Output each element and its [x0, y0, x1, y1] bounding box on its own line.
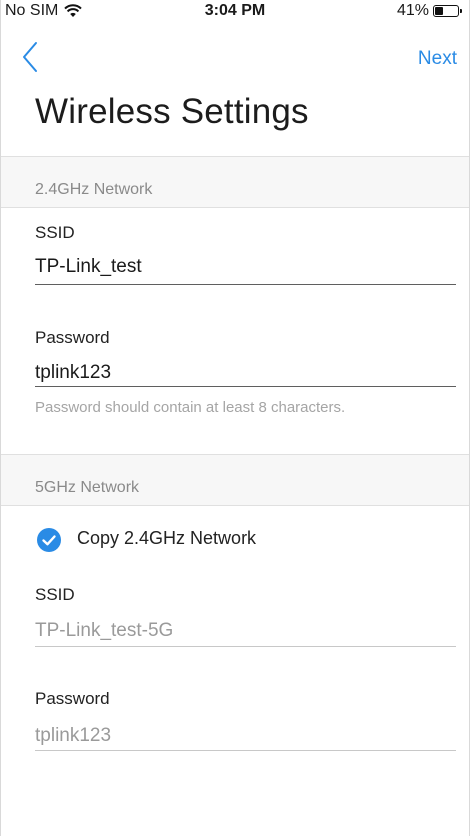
password-input-5ghz[interactable]: [35, 725, 456, 747]
password-label-24ghz: Password: [35, 328, 110, 347]
battery-icon: [433, 5, 462, 17]
ssid-underline-5ghz: [35, 646, 456, 647]
section-title-5ghz: 5GHz Network: [35, 479, 140, 496]
ssid-underline-24ghz: [35, 284, 456, 285]
back-button[interactable]: [21, 40, 51, 78]
ssid-label-24ghz: SSID: [35, 223, 75, 242]
battery-nub: [460, 9, 462, 13]
password-input-24ghz[interactable]: [35, 362, 456, 384]
password-label-5ghz: Password: [35, 689, 110, 708]
status-bar: No SIM 3:04 PM 41%: [1, 0, 469, 22]
copy-network-checkbox[interactable]: [37, 528, 61, 552]
checkmark-icon: [42, 535, 56, 546]
next-button[interactable]: Next: [418, 48, 457, 70]
section-header-24ghz: 2.4GHz Network: [1, 156, 469, 208]
section-header-5ghz: 5GHz Network: [1, 454, 469, 506]
password-hint: Password should contain at least 8 chara…: [35, 399, 346, 416]
page-title: Wireless Settings: [35, 92, 309, 131]
chevron-left-icon: [23, 42, 37, 72]
password-underline-24ghz: [35, 386, 456, 387]
battery-level: [435, 7, 443, 15]
battery-percent: 41%: [396, 2, 429, 19]
ssid-input-24ghz[interactable]: [35, 256, 456, 278]
password-underline-5ghz: [35, 750, 456, 751]
ssid-label-5ghz: SSID: [35, 585, 75, 604]
copy-network-label[interactable]: Copy 2.4GHz Network: [77, 528, 256, 549]
status-right: 41%: [396, 2, 462, 20]
nav-bar: Next: [1, 40, 469, 80]
ssid-input-5ghz[interactable]: [35, 620, 456, 642]
section-title-24ghz: 2.4GHz Network: [35, 181, 153, 198]
